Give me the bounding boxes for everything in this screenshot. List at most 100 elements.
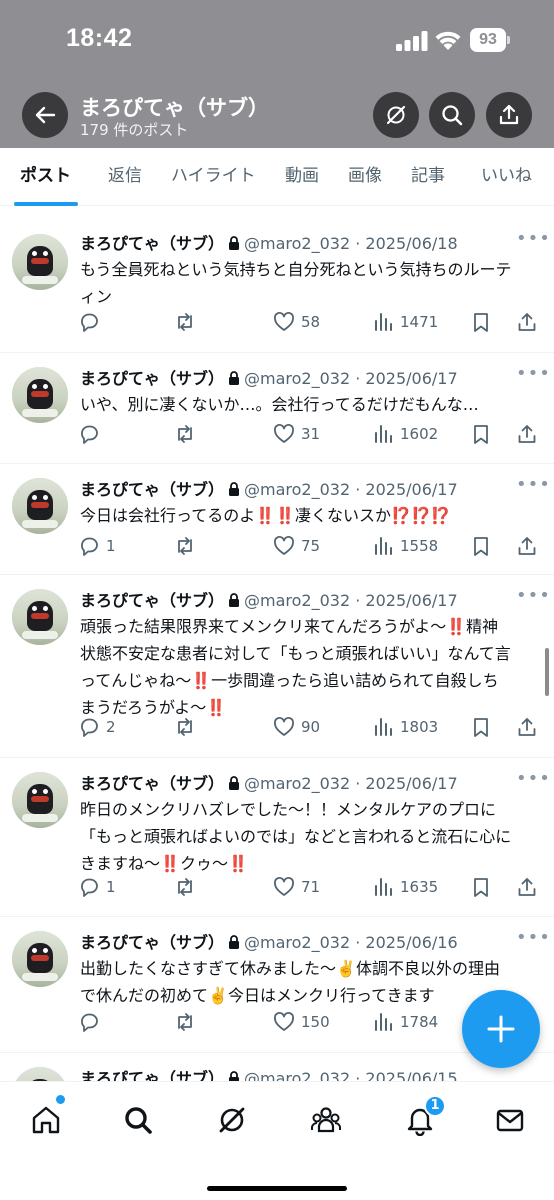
tab-highlights[interactable]: ハイライト bbox=[171, 148, 256, 206]
nav-messages[interactable] bbox=[490, 1100, 530, 1140]
post-item[interactable]: まろぴてゃ（サブ） @maro2_032 · 2025/06/17 ••• 今日は… bbox=[0, 464, 554, 575]
mail-icon bbox=[496, 1109, 524, 1132]
author-handle-date: @maro2_032 · 2025/06/16 bbox=[244, 933, 458, 952]
tab-videos[interactable]: 動画 bbox=[285, 148, 319, 206]
share-profile-button[interactable] bbox=[486, 92, 532, 138]
bookmark-button[interactable] bbox=[470, 875, 492, 899]
post-meta: まろぴてゃ（サブ） @maro2_032 · 2025/06/16 bbox=[80, 929, 458, 953]
search-button[interactable] bbox=[429, 92, 475, 138]
bookmark-button[interactable] bbox=[470, 715, 492, 739]
lock-icon bbox=[229, 371, 240, 385]
repost-icon bbox=[178, 718, 192, 736]
more-options-icon[interactable]: ••• bbox=[516, 474, 551, 495]
views-button[interactable]: 1471 bbox=[372, 310, 438, 334]
reply-icon bbox=[81, 313, 98, 332]
repost-icon bbox=[178, 313, 192, 331]
views-button[interactable]: 1784 bbox=[372, 1010, 438, 1034]
like-button[interactable]: 31 bbox=[273, 422, 320, 446]
bookmark-button[interactable] bbox=[470, 534, 492, 558]
bar-chart-icon bbox=[375, 537, 392, 555]
reply-button[interactable] bbox=[78, 310, 106, 334]
nav-grok[interactable] bbox=[212, 1100, 252, 1140]
nav-communities[interactable] bbox=[306, 1100, 346, 1140]
avatar[interactable] bbox=[12, 931, 68, 987]
more-options-icon[interactable]: ••• bbox=[516, 363, 551, 384]
repost-button[interactable] bbox=[174, 1010, 196, 1034]
repost-button[interactable] bbox=[174, 534, 196, 558]
compose-post-button[interactable] bbox=[462, 990, 540, 1068]
home-new-indicator bbox=[56, 1095, 65, 1104]
author-name[interactable]: まろぴてゃ（サブ） bbox=[80, 480, 224, 499]
like-button[interactable]: 150 bbox=[273, 1010, 330, 1034]
like-button[interactable]: 71 bbox=[273, 875, 320, 899]
repost-icon bbox=[178, 425, 192, 443]
more-options-icon[interactable]: ••• bbox=[516, 768, 551, 789]
reply-button[interactable]: 1 bbox=[78, 534, 116, 558]
reply-button[interactable] bbox=[78, 422, 106, 446]
bookmark-button[interactable] bbox=[470, 422, 492, 446]
author-name[interactable]: まろぴてゃ（サブ） bbox=[80, 1069, 224, 1081]
author-name[interactable]: まろぴてゃ（サブ） bbox=[80, 591, 224, 610]
nav-home[interactable] bbox=[26, 1100, 66, 1140]
repost-button[interactable] bbox=[174, 715, 196, 739]
more-options-icon[interactable]: ••• bbox=[516, 228, 551, 249]
author-handle-date: @maro2_032 · 2025/06/17 bbox=[244, 369, 458, 388]
post-item[interactable]: まろぴてゃ（サブ） @maro2_032 · 2025/06/15 bbox=[0, 1053, 554, 1081]
avatar[interactable] bbox=[12, 367, 68, 423]
post-meta: まろぴてゃ（サブ） @maro2_032 · 2025/06/15 bbox=[80, 1065, 458, 1081]
share-icon bbox=[518, 878, 536, 896]
repost-button[interactable] bbox=[174, 310, 196, 334]
avatar[interactable] bbox=[12, 772, 68, 828]
plus-icon bbox=[487, 1015, 515, 1043]
grok-icon bbox=[219, 1107, 245, 1133]
grok-button[interactable] bbox=[373, 92, 419, 138]
share-button[interactable] bbox=[516, 715, 538, 739]
share-button[interactable] bbox=[516, 422, 538, 446]
avatar[interactable] bbox=[12, 478, 68, 534]
more-options-icon[interactable]: ••• bbox=[516, 585, 551, 606]
like-button[interactable]: 90 bbox=[273, 715, 320, 739]
scrollbar[interactable] bbox=[545, 648, 549, 696]
share-button[interactable] bbox=[516, 875, 538, 899]
views-button[interactable]: 1635 bbox=[372, 875, 438, 899]
like-button[interactable]: 58 bbox=[273, 310, 320, 334]
avatar[interactable] bbox=[12, 234, 68, 290]
nav-search[interactable] bbox=[118, 1100, 158, 1140]
victory-hand-emoji: ✌️ bbox=[208, 986, 228, 1005]
notification-count-badge: 1 bbox=[424, 1095, 446, 1117]
bookmark-button[interactable] bbox=[470, 310, 492, 334]
author-handle-date: @maro2_032 · 2025/06/18 bbox=[244, 234, 458, 253]
bar-chart-icon bbox=[375, 878, 392, 896]
author-handle-date: @maro2_032 · 2025/06/17 bbox=[244, 480, 458, 499]
tab-likes[interactable]: いいね bbox=[481, 148, 532, 206]
author-name[interactable]: まろぴてゃ（サブ） bbox=[80, 369, 224, 388]
views-button[interactable]: 1803 bbox=[372, 715, 438, 739]
tab-posts[interactable]: ポスト bbox=[20, 148, 71, 206]
arrow-left-icon bbox=[35, 106, 56, 124]
lock-icon bbox=[229, 482, 240, 496]
tab-articles[interactable]: 記事 bbox=[411, 148, 445, 206]
share-icon bbox=[518, 313, 536, 331]
repost-button[interactable] bbox=[174, 422, 196, 446]
post-text: 頑張った結果限界来てメンクリ来てんだろうがよ〜‼️精神 状態不安定な患者に対して… bbox=[80, 617, 511, 717]
author-name[interactable]: まろぴてゃ（サブ） bbox=[80, 933, 224, 952]
lock-icon bbox=[229, 236, 240, 250]
reply-button[interactable] bbox=[78, 1010, 106, 1034]
reply-button[interactable]: 1 bbox=[78, 875, 116, 899]
tab-replies[interactable]: 返信 bbox=[108, 148, 142, 206]
avatar[interactable] bbox=[12, 1067, 68, 1081]
avatar[interactable] bbox=[12, 589, 68, 645]
views-button[interactable]: 1558 bbox=[372, 534, 438, 558]
reply-button[interactable]: 2 bbox=[78, 715, 116, 739]
tab-images[interactable]: 画像 bbox=[348, 148, 382, 206]
author-name[interactable]: まろぴてゃ（サブ） bbox=[80, 774, 224, 793]
author-name[interactable]: まろぴてゃ（サブ） bbox=[80, 234, 224, 253]
post-item[interactable]: まろぴてゃ（サブ） @maro2_032 · 2025/06/17 ••• いや、… bbox=[0, 353, 554, 464]
share-button[interactable] bbox=[516, 310, 538, 334]
repost-button[interactable] bbox=[174, 875, 196, 899]
more-options-icon[interactable]: ••• bbox=[516, 927, 551, 948]
views-button[interactable]: 1602 bbox=[372, 422, 438, 446]
share-button[interactable] bbox=[516, 534, 538, 558]
back-button[interactable] bbox=[22, 92, 68, 138]
like-button[interactable]: 75 bbox=[273, 534, 320, 558]
